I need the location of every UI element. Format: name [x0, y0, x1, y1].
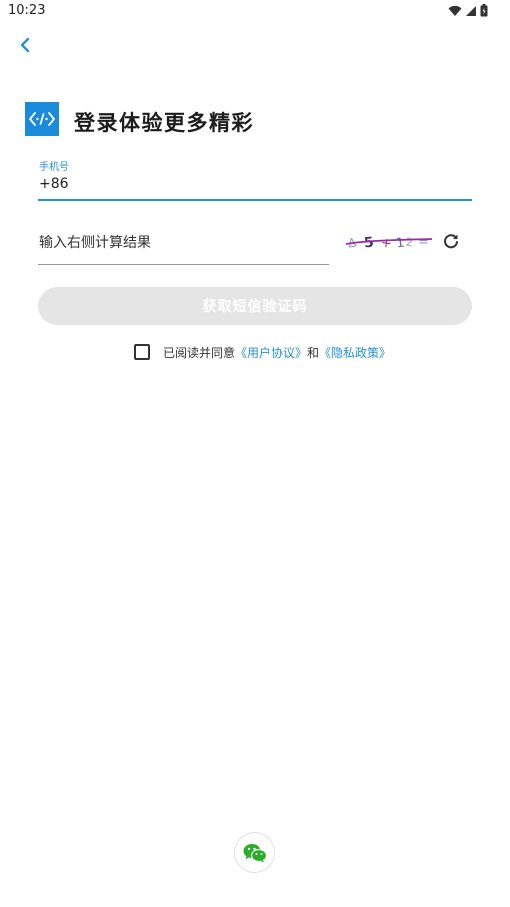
status-icons [448, 4, 488, 17]
agreement-row: 已阅读并同意 《用户协议》 和 《隐私政策》 [134, 343, 391, 361]
wechat-icon [243, 843, 267, 862]
page-title: 登录体验更多精彩 [74, 111, 254, 135]
chevron-left-icon [20, 37, 30, 53]
wechat-login-button[interactable] [234, 832, 275, 873]
code-logo-icon [29, 112, 55, 126]
app-logo [25, 102, 59, 136]
battery-icon [480, 4, 488, 17]
login-screen: 10:23 登录体验更多精彩 手机号 +86 输入右侧计算结果 Δ 5 + 1 … [0, 0, 510, 907]
svg-text:=: = [418, 235, 429, 250]
captcha-field-underline [38, 264, 329, 265]
wifi-icon [448, 5, 462, 16]
agreement-connector: 和 [307, 345, 320, 360]
status-time: 10:23 [8, 3, 46, 18]
user-agreement-link[interactable]: 《用户协议》 [235, 344, 307, 361]
agreement-prefix: 已阅读并同意 [163, 345, 236, 360]
status-bar: 10:23 [0, 0, 510, 24]
svg-text:5: 5 [363, 235, 374, 252]
svg-text:2: 2 [405, 236, 413, 250]
captcha-image[interactable]: Δ 5 + 1 2 = [344, 228, 434, 254]
captcha-input[interactable] [38, 224, 329, 262]
phone-field-label: 手机号 [39, 162, 69, 173]
agreement-checkbox[interactable] [134, 344, 150, 360]
get-sms-code-button[interactable]: 获取短信验证码 [38, 287, 472, 325]
refresh-icon [444, 234, 458, 249]
signal-icon [466, 5, 476, 16]
svg-text:+: + [380, 236, 393, 252]
phone-input[interactable]: +86 [39, 176, 69, 192]
back-button[interactable] [14, 34, 36, 56]
refresh-captcha-button[interactable] [440, 230, 462, 252]
svg-text:1: 1 [395, 235, 405, 251]
privacy-policy-link[interactable]: 《隐私政策》 [319, 344, 391, 361]
phone-field-underline [38, 199, 472, 201]
